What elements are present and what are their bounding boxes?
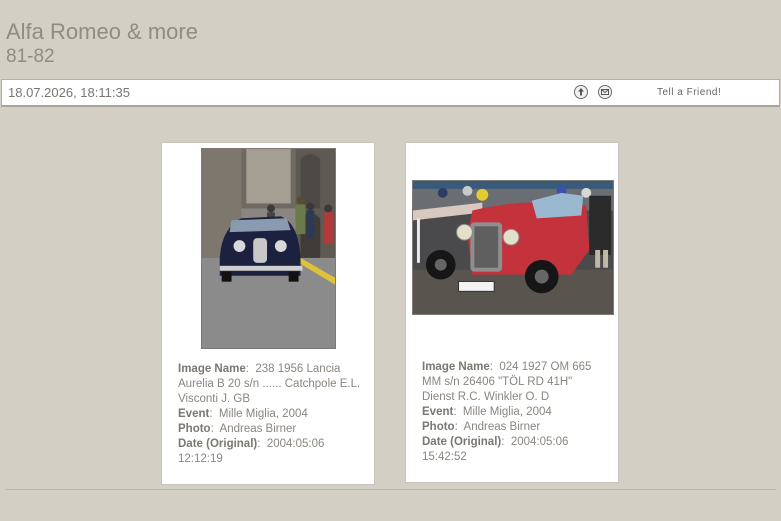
back-icon[interactable]: [574, 85, 588, 99]
photo-label: Photo: [178, 423, 211, 435]
photo-value: Andreas Birner: [219, 423, 297, 435]
tell-a-friend-link[interactable]: Tell a Friend!: [657, 87, 721, 99]
photo-thumbnail[interactable]: [412, 180, 614, 315]
gallery-range: 81-82: [6, 46, 55, 67]
toolbar: 18.07.2026, 18:11:35 Tell a Friend!: [1, 79, 780, 107]
event-value: Mille Miglia, 2004: [218, 408, 308, 420]
footer-divider: [6, 489, 776, 490]
photo-card: Image Name: 024 1927 OM 665 MM s/n 26406…: [405, 142, 619, 483]
event-label: Event: [422, 406, 454, 418]
event-label: Event: [178, 408, 210, 420]
site-title: Alfa Romeo & more: [6, 19, 198, 44]
photo-value: Andreas Birner: [463, 421, 541, 433]
image-name-label: Image Name: [422, 361, 490, 373]
photo-metadata: Image Name: 024 1927 OM 665 MM s/n 26406…: [422, 361, 592, 463]
date-label: Date (Original): [422, 436, 502, 448]
mail-icon[interactable]: [598, 85, 612, 99]
current-datetime: 18.07.2026, 18:11:35: [8, 85, 130, 100]
photo-thumbnail[interactable]: [201, 148, 336, 349]
date-label: Date (Original): [178, 438, 258, 450]
photo-card: Image Name: 238 1956 Lancia Aurelia B 20…: [161, 142, 375, 485]
photo-label: Photo: [422, 421, 455, 433]
event-value: Mille Miglia, 2004: [462, 406, 552, 418]
photo-metadata: Image Name: 238 1956 Lancia Aurelia B 20…: [178, 363, 361, 465]
image-name-label: Image Name: [178, 363, 246, 375]
